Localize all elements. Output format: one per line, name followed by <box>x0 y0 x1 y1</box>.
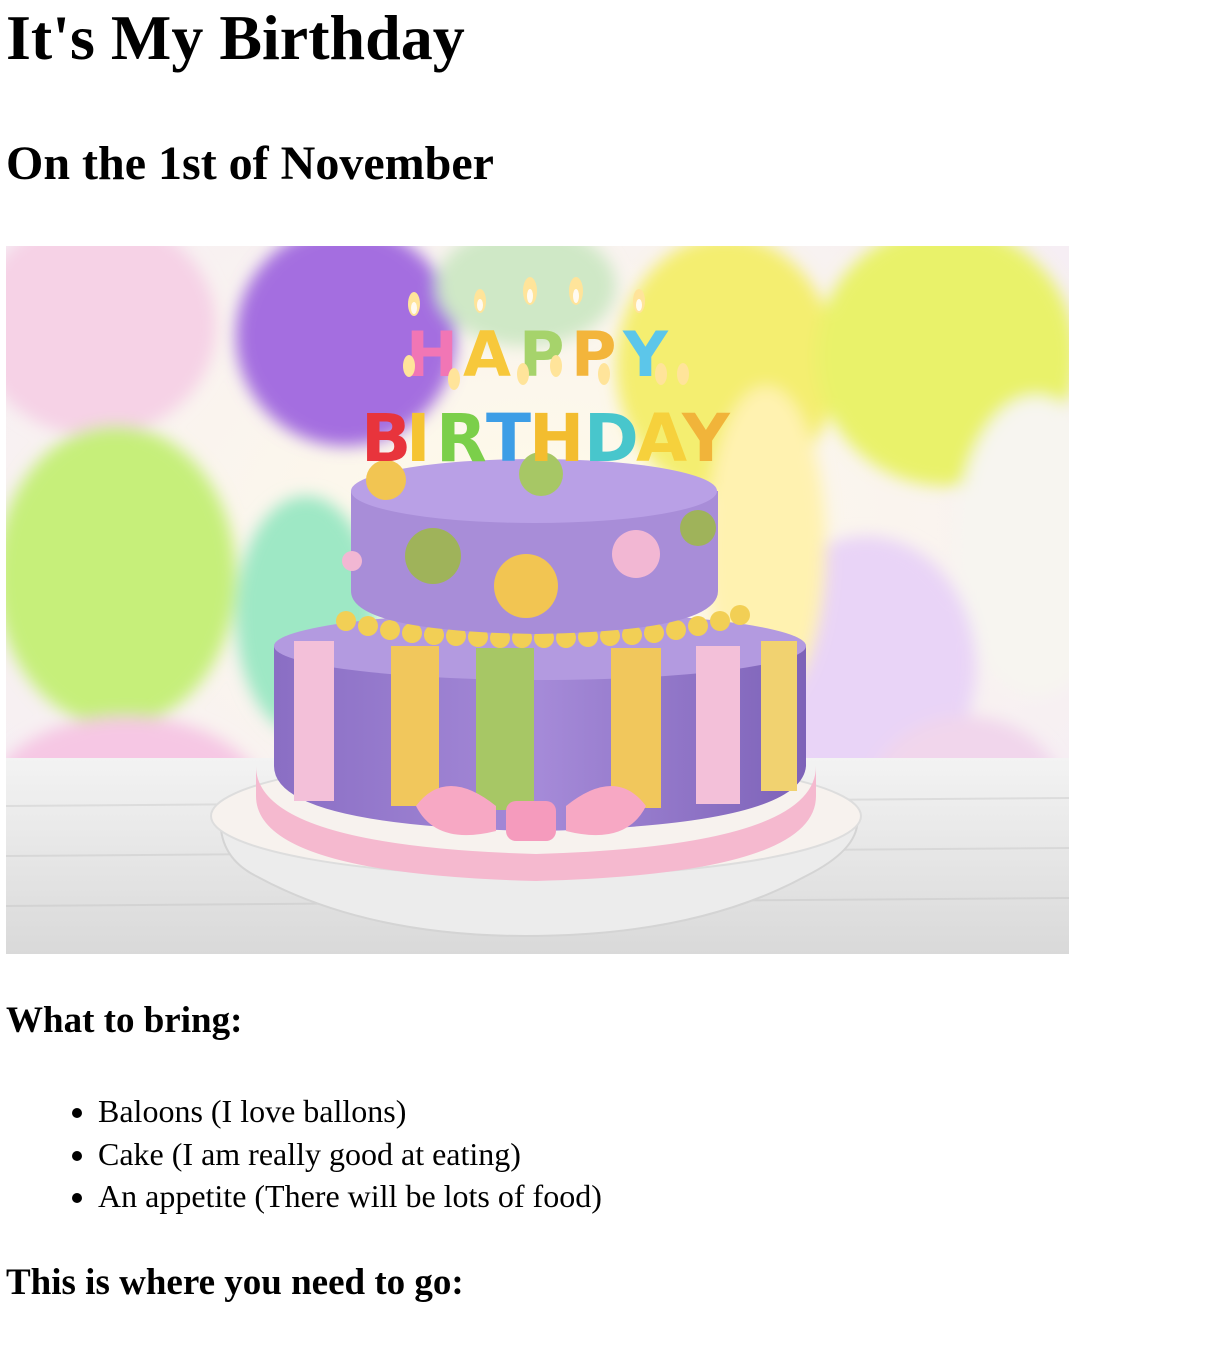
svg-text:A: A <box>636 400 687 477</box>
what-to-bring-heading: What to bring: <box>6 1000 243 1041</box>
list-item: Cake (I am really good at eating) <box>98 1133 602 1176</box>
svg-text:Y: Y <box>681 400 731 477</box>
svg-text:R: R <box>436 400 487 477</box>
svg-text:A: A <box>463 318 511 391</box>
svg-text:I: I <box>406 400 431 477</box>
list-item: Baloons (I love ballons) <box>98 1090 602 1133</box>
page-subtitle: On the 1st of November <box>6 137 494 190</box>
directions-heading: This is where you need to go: <box>6 1262 464 1303</box>
svg-text:P: P <box>571 318 616 391</box>
list-item: An appetite (There will be lots of food) <box>98 1175 602 1218</box>
svg-text:B: B <box>361 400 411 477</box>
page-title: It's My Birthday <box>6 2 465 73</box>
page: It's My Birthday On the 1st of November <box>0 6 1206 190</box>
bring-list: Baloons (I love ballons) Cake (I am real… <box>62 1090 602 1218</box>
svg-text:H: H <box>529 400 584 477</box>
birthday-cake-image: H A P P Y B I R T H D A Y <box>6 246 1069 954</box>
svg-text:T: T <box>486 400 531 477</box>
svg-text:D: D <box>584 400 639 477</box>
